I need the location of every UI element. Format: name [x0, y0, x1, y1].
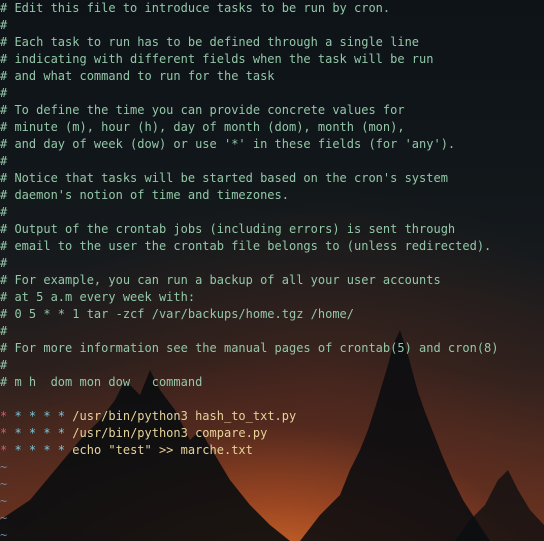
- job-command: /usr/bin/python3 hash_to_txt.py: [72, 409, 297, 423]
- schedule-fields: * * * *: [7, 443, 73, 457]
- comment-line: # Notice that tasks will be started base…: [0, 171, 448, 185]
- comment-line: # minute (m), hour (h), day of month (do…: [0, 120, 405, 134]
- cron-job-line[interactable]: * * * * * echo "test" >> marche.txt: [0, 442, 499, 459]
- comment-line: # For example, you can run a backup of a…: [0, 273, 441, 287]
- comment-line: # at 5 a.m every week with:: [0, 290, 196, 304]
- comment-line: #: [0, 324, 8, 338]
- comment-line: #: [0, 358, 8, 372]
- empty-buffer-marker: ~: [0, 511, 8, 525]
- comment-line: # Edit this file to introduce tasks to b…: [0, 1, 391, 15]
- job-command: /usr/bin/python3 compare.py: [72, 426, 268, 440]
- comment-line: # m h dom mon dow command: [0, 375, 203, 389]
- schedule-fields: * * * *: [7, 409, 73, 423]
- comment-line: #: [0, 205, 8, 219]
- cron-job-line[interactable]: * * * * * /usr/bin/python3 hash_to_txt.p…: [0, 408, 499, 425]
- schedule-fields: * * * *: [7, 426, 73, 440]
- comment-line: #: [0, 86, 8, 100]
- job-command: echo "test" >> marche.txt: [72, 443, 253, 457]
- comment-line: # indicating with different fields when …: [0, 52, 434, 66]
- comment-line: # and what command to run for the task: [0, 69, 275, 83]
- crontab-editor-buffer[interactable]: # Edit this file to introduce tasks to b…: [0, 0, 499, 541]
- comment-line: # For more information see the manual pa…: [0, 341, 499, 355]
- comment-line: # daemon's notion of time and timezones.: [0, 188, 289, 202]
- empty-buffer-marker: ~: [0, 528, 8, 541]
- comment-line: # Each task to run has to be defined thr…: [0, 35, 420, 49]
- empty-buffer-marker: ~: [0, 494, 8, 508]
- comment-line: # To define the time you can provide con…: [0, 103, 405, 117]
- comment-line: #: [0, 154, 8, 168]
- comment-line: #: [0, 18, 8, 32]
- empty-buffer-marker: ~: [0, 477, 8, 491]
- comment-line: # and day of week (dow) or use '*' in th…: [0, 137, 456, 151]
- blank-line: [0, 391, 499, 408]
- comment-line: # email to the user the crontab file bel…: [0, 239, 492, 253]
- comment-line: # 0 5 * * 1 tar -zcf /var/backups/home.t…: [0, 307, 355, 321]
- empty-buffer-marker: ~: [0, 460, 8, 474]
- comment-line: #: [0, 256, 8, 270]
- cron-job-line[interactable]: * * * * * /usr/bin/python3 compare.py: [0, 425, 499, 442]
- terminal-window[interactable]: # Edit this file to introduce tasks to b…: [0, 0, 544, 541]
- comment-line: # Output of the crontab jobs (including …: [0, 222, 456, 236]
